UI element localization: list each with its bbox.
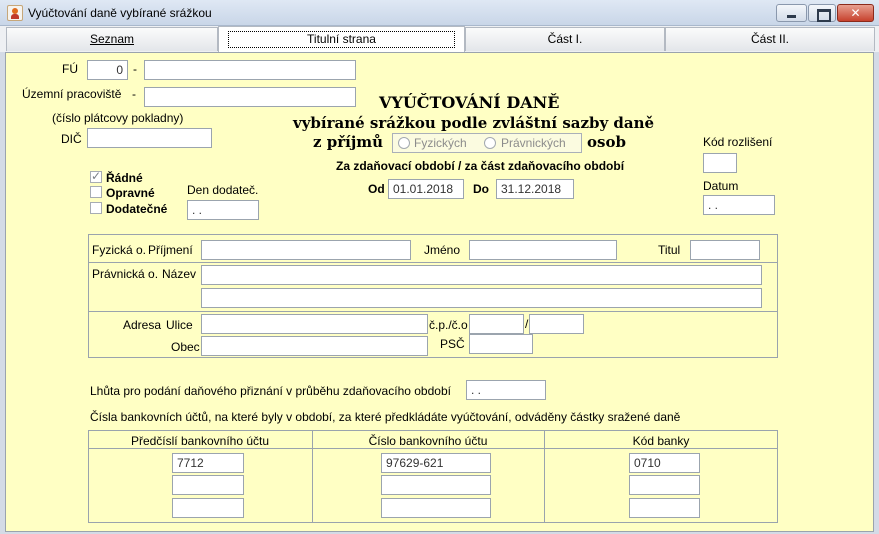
tab-cast-1[interactable]: Část I. <box>465 27 665 51</box>
nazev-label: Název <box>162 267 197 281</box>
cp-label: č.p./č.o <box>429 318 468 332</box>
maximize-button[interactable] <box>808 4 836 22</box>
pravnicka-label: Právnická o. <box>92 267 159 281</box>
lhuta-label: Lhůta pro podání daňového přiznání v prů… <box>90 384 451 398</box>
fu-dash: - <box>133 62 137 76</box>
obec-field[interactable] <box>201 336 428 356</box>
radio-pravnickych[interactable] <box>484 137 496 149</box>
prijmeni-field[interactable] <box>201 240 411 260</box>
app-icon <box>7 5 23 21</box>
tab-cast-2[interactable]: Část II. <box>665 27 875 51</box>
fyzicka-label: Fyzická o. <box>92 243 147 257</box>
nazev-field-1[interactable] <box>201 265 762 285</box>
person-type-radio-group: Fyzických Právnických <box>392 133 582 153</box>
radio-fyzickych-label: Fyzických <box>414 136 467 150</box>
adresa-label: Adresa <box>123 318 162 332</box>
nazev-field-2[interactable] <box>201 288 762 308</box>
dodatecne-label: Dodatečné <box>106 202 168 216</box>
col-cislo-header: Číslo bankovního účtu <box>368 434 488 448</box>
radne-label: Řádné <box>106 171 143 185</box>
od-field[interactable]: 01.01.2018 <box>388 179 464 199</box>
bank-prefix-field[interactable]: 7712 <box>172 453 244 473</box>
titul-field[interactable] <box>690 240 760 260</box>
close-button[interactable] <box>837 4 874 22</box>
uzemni-pracoviste-field[interactable] <box>144 87 356 107</box>
bank-code-field[interactable]: 0710 <box>629 453 700 473</box>
do-label: Do <box>473 182 489 196</box>
tab-strip: Seznam Titulní strana Část I. Část II. <box>0 26 879 52</box>
cp-field[interactable] <box>469 314 524 334</box>
dic-label: DIČ <box>61 132 82 146</box>
jmeno-label: Jméno <box>424 243 461 257</box>
den-dodatec-label: Den dodateč. <box>187 183 259 197</box>
uzemni-dash: - <box>132 87 136 101</box>
jmeno-field[interactable] <box>469 240 617 260</box>
titul-label: Titul <box>658 243 681 257</box>
datum-label: Datum <box>703 179 739 193</box>
form-subtitle: vybírané srážkou podle zvláštní sazby da… <box>293 114 655 132</box>
bank-prefix-field[interactable] <box>172 475 244 495</box>
form-title: VYÚČTOVÁNÍ DANĚ <box>379 93 560 112</box>
form-panel: FÚ 0 - Územní pracoviště - (číslo plátco… <box>5 52 874 532</box>
ulice-label: Ulice <box>166 318 193 332</box>
divider <box>88 448 778 449</box>
bank-note: Čísla bankovních účtů, na které byly v o… <box>90 410 681 424</box>
dic-field[interactable] <box>87 128 212 148</box>
divider <box>88 311 778 312</box>
dic-note: (číslo plátcovy pokladny) <box>52 111 184 125</box>
radio-pravnickych-label: Právnických <box>501 136 566 150</box>
minimize-button[interactable] <box>776 4 807 22</box>
tab-seznam[interactable]: Seznam <box>6 27 218 51</box>
obdobi-label: Za zdaňovací období / za část zdaňovacíh… <box>336 159 625 173</box>
bank-number-field[interactable] <box>381 498 491 518</box>
psc-field[interactable] <box>469 334 533 354</box>
fu-name-field[interactable] <box>144 60 356 80</box>
datum-field[interactable]: . . <box>703 195 775 215</box>
window-title: Vyúčtování daně vybírané srážkou <box>28 6 212 20</box>
od-label: Od <box>368 182 385 196</box>
radne-checkbox[interactable] <box>90 169 102 183</box>
dodatecne-checkbox[interactable] <box>90 202 102 214</box>
col-predcisli-header: Předčíslí bankovního účtu <box>130 434 270 448</box>
cp-slash: / <box>525 317 529 331</box>
opravne-label: Opravné <box>106 186 155 200</box>
bank-number-field[interactable] <box>381 475 491 495</box>
col-kod-banky-header: Kód banky <box>632 434 690 448</box>
do-field[interactable]: 31.12.2018 <box>496 179 574 199</box>
co-field[interactable] <box>529 314 584 334</box>
tab-titulni-strana[interactable]: Titulní strana <box>218 26 465 52</box>
prijmeni-label: Příjmení <box>148 243 193 257</box>
ulice-field[interactable] <box>201 314 428 334</box>
bank-code-field[interactable] <box>629 498 700 518</box>
den-dodatec-field[interactable]: . . <box>187 200 259 220</box>
opravne-checkbox[interactable] <box>90 186 102 198</box>
divider <box>88 262 778 263</box>
form-subtitle-osob: osob <box>587 133 626 151</box>
obec-label: Obec <box>171 340 200 354</box>
bank-prefix-field[interactable] <box>172 498 244 518</box>
uzemni-pracoviste-label: Územní pracoviště <box>22 87 122 101</box>
fu-field[interactable]: 0 <box>87 60 128 80</box>
kod-rozliseni-label: Kód rozlišení <box>703 135 773 149</box>
radio-fyzickych[interactable] <box>398 137 410 149</box>
title-bar: Vyúčtování daně vybírané srážkou <box>0 0 879 26</box>
kod-rozliseni-field[interactable] <box>703 153 737 173</box>
bank-number-field[interactable]: 97629-621 <box>381 453 491 473</box>
bank-code-field[interactable] <box>629 475 700 495</box>
fu-label: FÚ <box>62 62 78 76</box>
psc-label: PSČ <box>440 337 465 351</box>
form-subtitle-zprijmu: z příjmů <box>313 133 384 151</box>
lhuta-field[interactable]: . . <box>466 380 546 400</box>
